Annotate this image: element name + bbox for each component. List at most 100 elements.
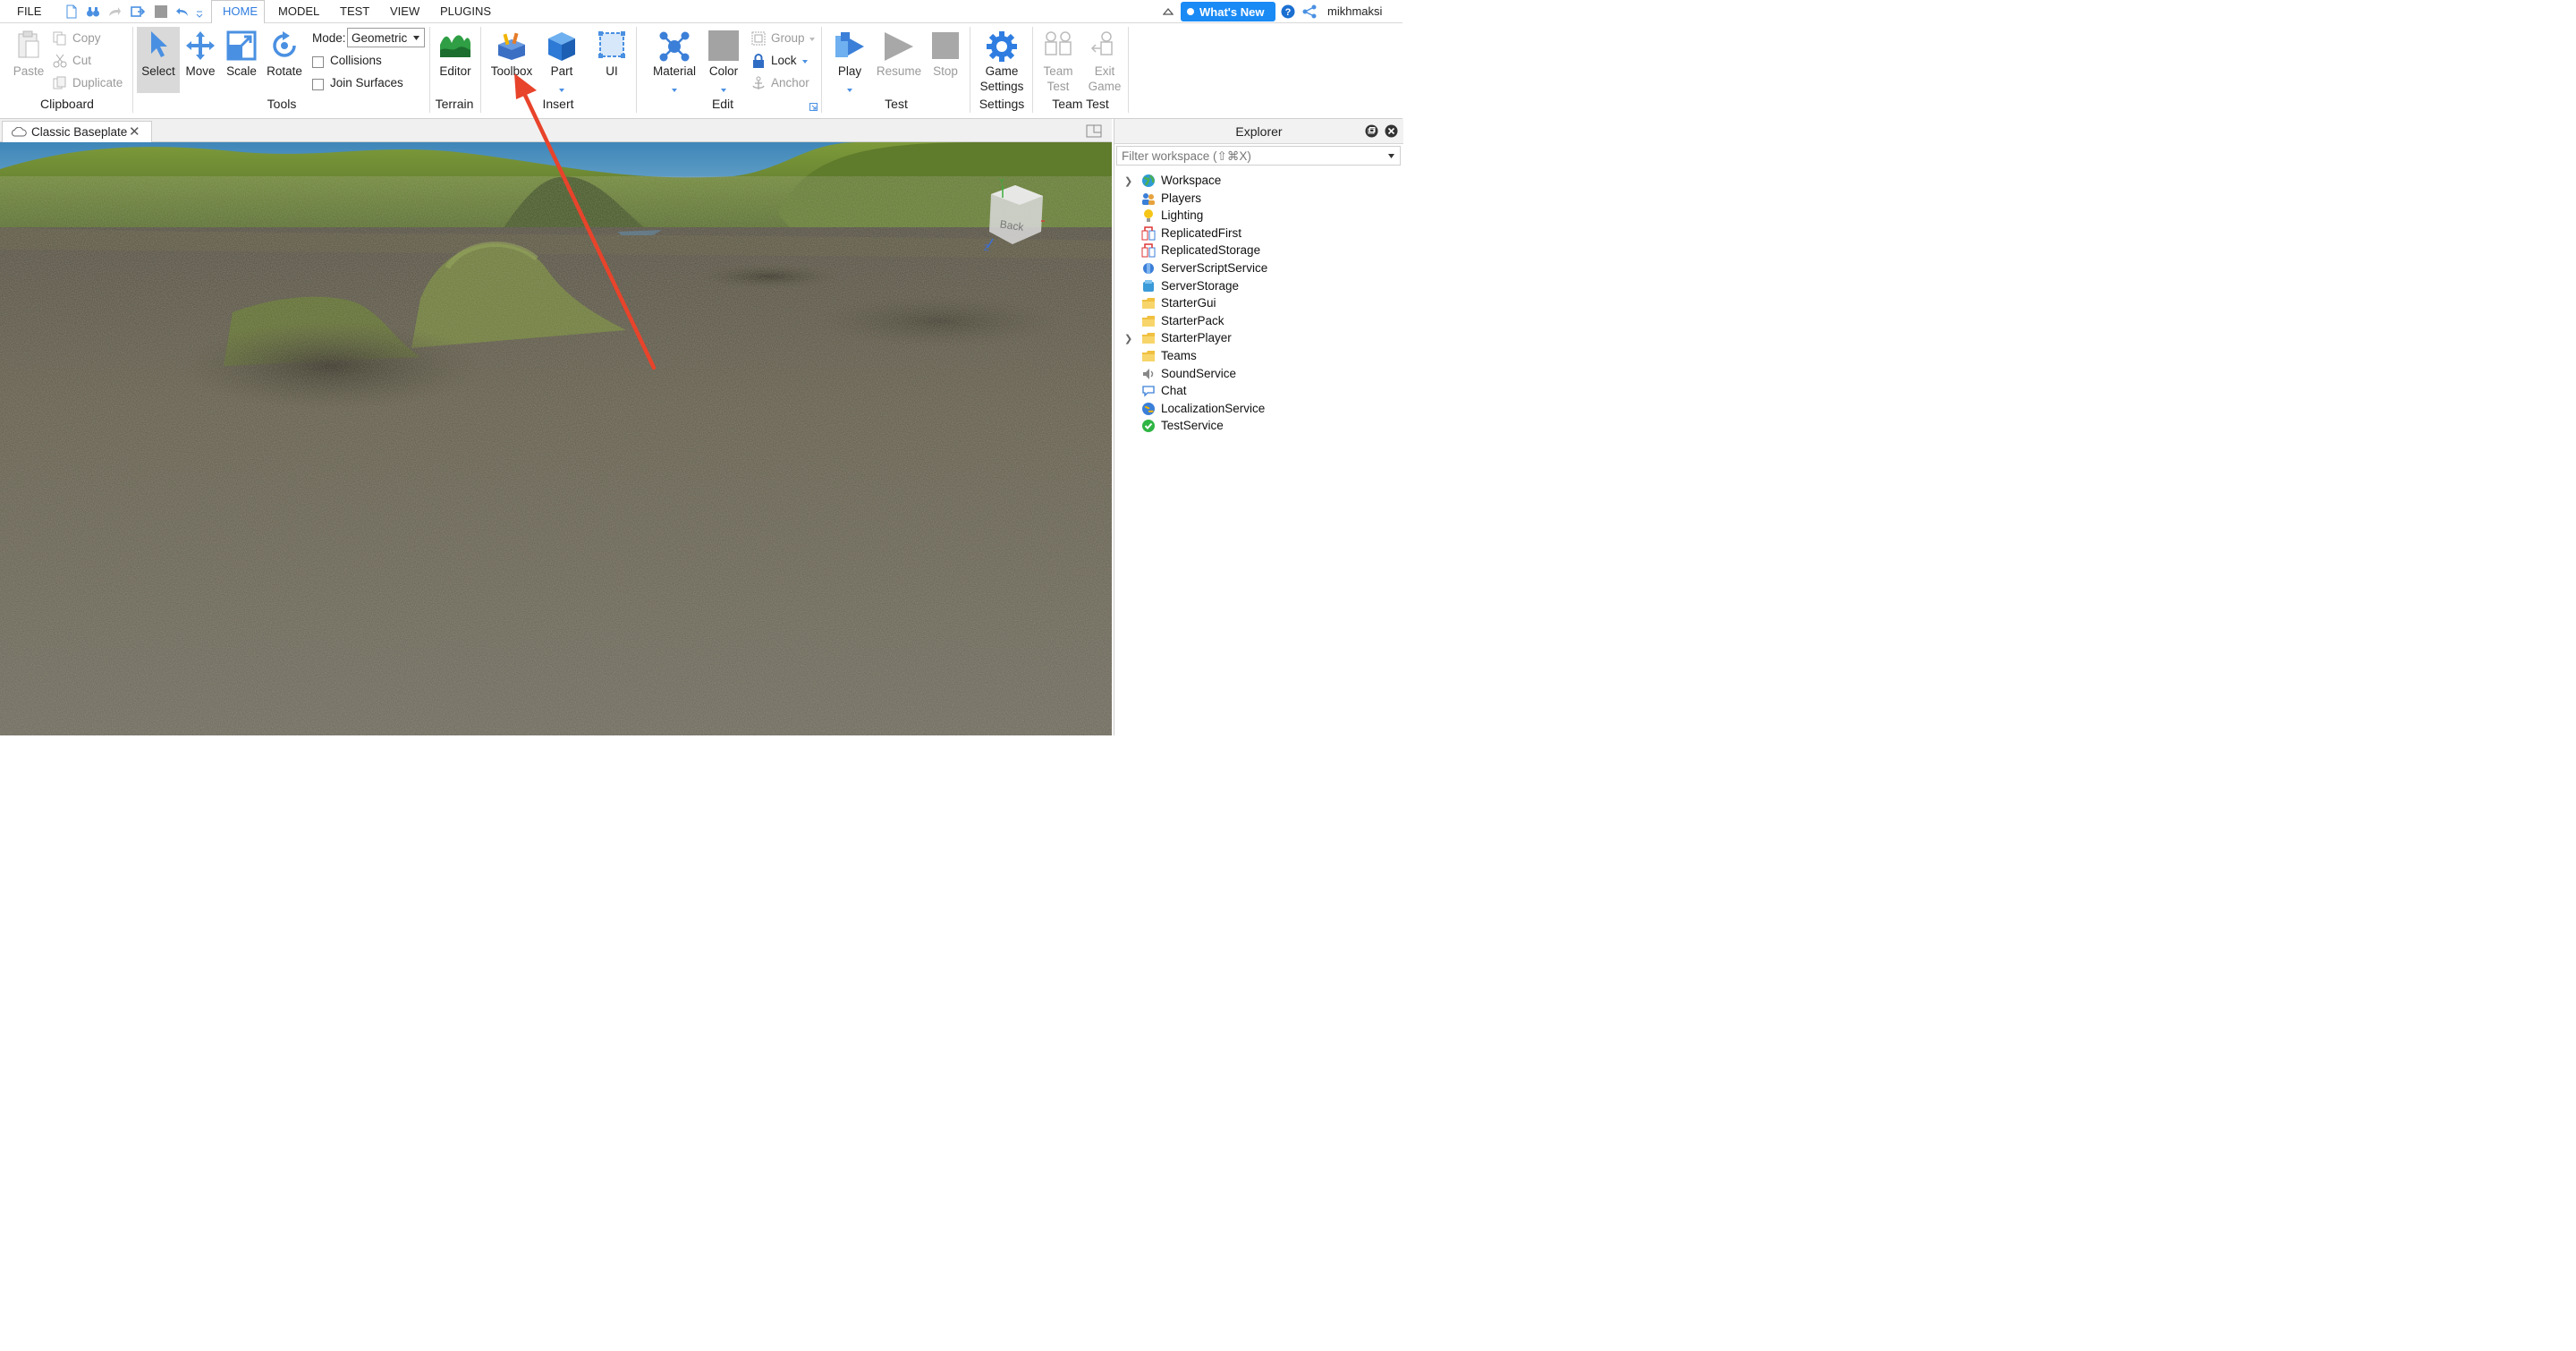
chevron-down-icon[interactable]	[1388, 154, 1394, 158]
customize-dropdown-icon[interactable]	[195, 4, 204, 19]
cut-label: Cut	[72, 54, 92, 67]
select-button[interactable]: Select	[137, 27, 180, 93]
part-label: Part	[550, 64, 573, 78]
menu-bar: FILE HOME MODEL TEST VIEW PLUGINS What's…	[0, 0, 1402, 23]
explorer-item-teams[interactable]: Teams	[1114, 347, 1403, 365]
close-tab-icon[interactable]: ✕	[129, 123, 140, 140]
mode-select[interactable]: Geometric	[347, 28, 425, 47]
explorer-item-label: ServerScriptService	[1161, 261, 1268, 275]
axis-z-label: Z	[984, 243, 989, 252]
ui-button[interactable]: UI	[594, 27, 630, 93]
publish-icon[interactable]	[131, 4, 145, 19]
color-dropdown-icon[interactable]	[721, 89, 726, 92]
explorer-item-lighting[interactable]: Lighting	[1114, 207, 1403, 225]
terrain-editor-button[interactable]: Editor	[435, 27, 476, 93]
tab-plugins[interactable]: PLUGINS	[440, 4, 491, 18]
restore-icon[interactable]	[1365, 124, 1378, 138]
axis-y-label: Y	[999, 177, 1004, 186]
expand-chevron-icon[interactable]: ❯	[1124, 175, 1132, 187]
color-swatch-icon	[708, 30, 739, 61]
explorer-item-starterplayer[interactable]: ❯ StarterPlayer	[1114, 329, 1403, 347]
anchor-icon	[752, 76, 765, 89]
group-label-insert: Insert	[542, 97, 574, 111]
explorer-item-chat[interactable]: Chat	[1114, 382, 1403, 400]
3d-viewport[interactable]: Back Y Z	[0, 142, 1112, 735]
help-icon[interactable]: ?	[1281, 4, 1295, 19]
duplicate-label: Duplicate	[72, 76, 123, 89]
explorer-item-players[interactable]: Players	[1114, 190, 1403, 208]
username[interactable]: mikhmaksi	[1327, 4, 1382, 18]
explorer-item-localizationservice[interactable]: LocalizationService	[1114, 400, 1403, 418]
play-button[interactable]: Play	[828, 27, 871, 97]
cloud-icon	[12, 127, 27, 137]
players-icon	[1142, 192, 1155, 205]
explorer-item-serverstorage[interactable]: ServerStorage	[1114, 277, 1403, 295]
close-icon[interactable]	[1385, 124, 1398, 138]
folder-icon	[1142, 333, 1155, 344]
team-test-button[interactable]: Team Test	[1038, 27, 1079, 97]
document-tab[interactable]: Classic Baseplate ✕	[2, 121, 152, 142]
tab-home[interactable]: HOME	[223, 4, 258, 18]
play-dropdown-icon[interactable]	[847, 89, 852, 92]
explorer-item-starterpack[interactable]: StarterPack	[1114, 312, 1403, 330]
move-button[interactable]: Move	[182, 27, 219, 93]
filter-workspace-input[interactable]: Filter workspace (⇧⌘X)	[1116, 146, 1401, 166]
join-surfaces-label: Join Surfaces	[330, 76, 403, 89]
tab-model[interactable]: MODEL	[278, 4, 319, 18]
menu-file[interactable]: FILE	[17, 4, 41, 18]
share-icon[interactable]	[1302, 4, 1317, 19]
whats-new-label: What's New	[1199, 5, 1265, 19]
part-button[interactable]: Part	[542, 27, 581, 97]
color-button[interactable]: Color	[705, 27, 742, 97]
dialog-launcher-icon[interactable]	[809, 103, 818, 111]
group-dropdown-icon[interactable]	[809, 38, 815, 41]
explorer-item-soundservice[interactable]: SoundService	[1114, 365, 1403, 383]
viewport-layout-icon[interactable]	[1086, 124, 1102, 138]
group-label-clipboard: Clipboard	[40, 97, 94, 111]
game-settings-button[interactable]: Game Settings	[977, 27, 1027, 97]
mode-value: Geometric	[352, 31, 408, 45]
server-script-icon	[1143, 263, 1154, 274]
explorer-item-label: Teams	[1161, 349, 1197, 362]
expand-chevron-icon[interactable]: ❯	[1124, 333, 1132, 344]
tab-test[interactable]: TEST	[340, 4, 369, 18]
explorer-item-replicatedfirst[interactable]: ReplicatedFirst	[1114, 225, 1403, 242]
material-button[interactable]: Material	[649, 27, 699, 97]
ribbon-divider	[1032, 27, 1033, 113]
exit-game-icon	[1090, 31, 1113, 55]
explorer-item-label: Lighting	[1161, 208, 1204, 223]
ribbon-divider	[636, 27, 637, 113]
tab-view[interactable]: VIEW	[390, 4, 419, 18]
redo-share-icon[interactable]	[107, 4, 122, 19]
stop-button[interactable]: Stop	[927, 27, 964, 93]
collisions-checkbox[interactable]	[312, 56, 324, 68]
new-file-icon[interactable]	[64, 4, 79, 19]
explorer-item-workspace[interactable]: ❯ Workspace	[1114, 172, 1403, 190]
explorer-item-testservice[interactable]: TestService	[1114, 417, 1403, 435]
rotate-button[interactable]: Rotate	[264, 27, 305, 93]
explorer-item-replicatedstorage[interactable]: ReplicatedStorage	[1114, 242, 1403, 259]
exit-game-label-line2: Game	[1088, 80, 1122, 93]
binoculars-icon[interactable]	[86, 4, 100, 19]
explorer-item-label: StarterGui	[1161, 296, 1216, 310]
material-dropdown-icon[interactable]	[672, 89, 677, 92]
part-dropdown-icon[interactable]	[559, 89, 564, 92]
paste-button[interactable]: Paste	[9, 27, 48, 95]
ribbon-divider	[1128, 27, 1129, 113]
explorer-item-startergui[interactable]: StarterGui	[1114, 294, 1403, 312]
exit-game-button[interactable]: Exit Game	[1084, 27, 1125, 97]
undo-icon[interactable]	[175, 4, 190, 19]
lock-dropdown-icon[interactable]	[802, 60, 808, 64]
explorer-title: Explorer	[1235, 124, 1283, 139]
scale-button[interactable]: Scale	[223, 27, 260, 93]
group-label-edit: Edit	[711, 97, 734, 111]
toolbox-button[interactable]: Toolbox	[487, 27, 537, 93]
rotate-icon	[273, 31, 296, 57]
join-surfaces-checkbox[interactable]	[312, 79, 324, 90]
resume-button[interactable]: Resume	[875, 27, 923, 93]
collapse-ribbon-icon[interactable]	[1163, 6, 1174, 17]
server-storage-icon	[1143, 279, 1154, 292]
explorer-item-serverscriptservice[interactable]: ServerScriptService	[1114, 259, 1403, 277]
whats-new-button[interactable]: What's New	[1181, 2, 1275, 21]
stop-icon[interactable]	[154, 4, 168, 19]
